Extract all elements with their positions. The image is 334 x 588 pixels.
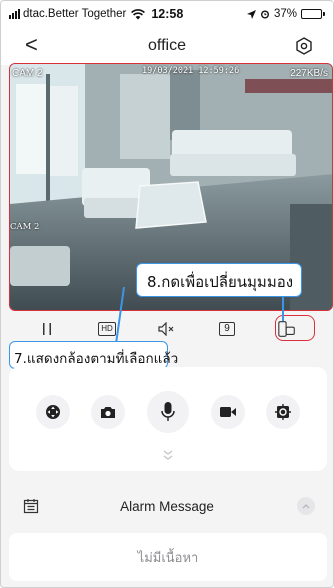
back-icon[interactable]: < [25,34,38,56]
pause-icon[interactable] [37,321,57,337]
microphone-icon[interactable] [146,391,189,433]
mute-icon[interactable] [157,321,177,337]
camera-label: CAM 2 [12,68,43,79]
video-timestamp: 19/03/2021 12:59:26 [142,66,240,76]
split-screen-icon[interactable]: 9 [217,321,237,337]
signal-icon [9,9,20,19]
chevron-down-icon[interactable] [161,449,175,461]
page-title: office [148,37,186,54]
control-panel [9,367,327,471]
hd-label: HD [98,322,116,336]
camera-side-label: CAM 2 [10,222,40,232]
empty-state: ไม่มีเนื้อหา [9,533,327,581]
bitrate: 227KB/s [290,68,328,79]
snapshot-icon[interactable] [91,395,126,429]
wifi-icon [131,8,146,19]
alarm-title: Alarm Message [120,498,214,514]
annotation-camera-shown: 7.แสดงกล้องตามที่เลือกแล้ว [9,341,178,369]
alarm-icon [260,10,269,19]
hd-icon[interactable]: HD [97,321,117,337]
chevron-up-icon[interactable] [297,497,315,515]
nav-bar: < office [1,27,333,65]
focus-icon[interactable] [266,395,301,429]
ptz-icon[interactable] [35,395,70,429]
settings-icon[interactable] [295,37,313,55]
location-icon [246,9,256,19]
alarm-message-row[interactable]: Alarm Message [1,483,333,529]
battery-percent: 37% [273,8,297,20]
app-screen: dtac.Better Together 12:58 37% < office [0,0,334,588]
carrier-name: dtac.Better Together [23,8,127,20]
annotation-switch-view: 8.กดเพื่อเปลี่ยนมุมมอง [136,263,302,297]
status-bar: dtac.Better Together 12:58 37% [1,1,333,27]
record-icon[interactable] [210,395,245,429]
switch-view-highlight [275,315,315,341]
clock: 12:58 [151,7,184,21]
annotation-pointer-8 [282,297,284,321]
battery-icon [301,9,325,19]
split-screen-label: 9 [219,322,235,336]
